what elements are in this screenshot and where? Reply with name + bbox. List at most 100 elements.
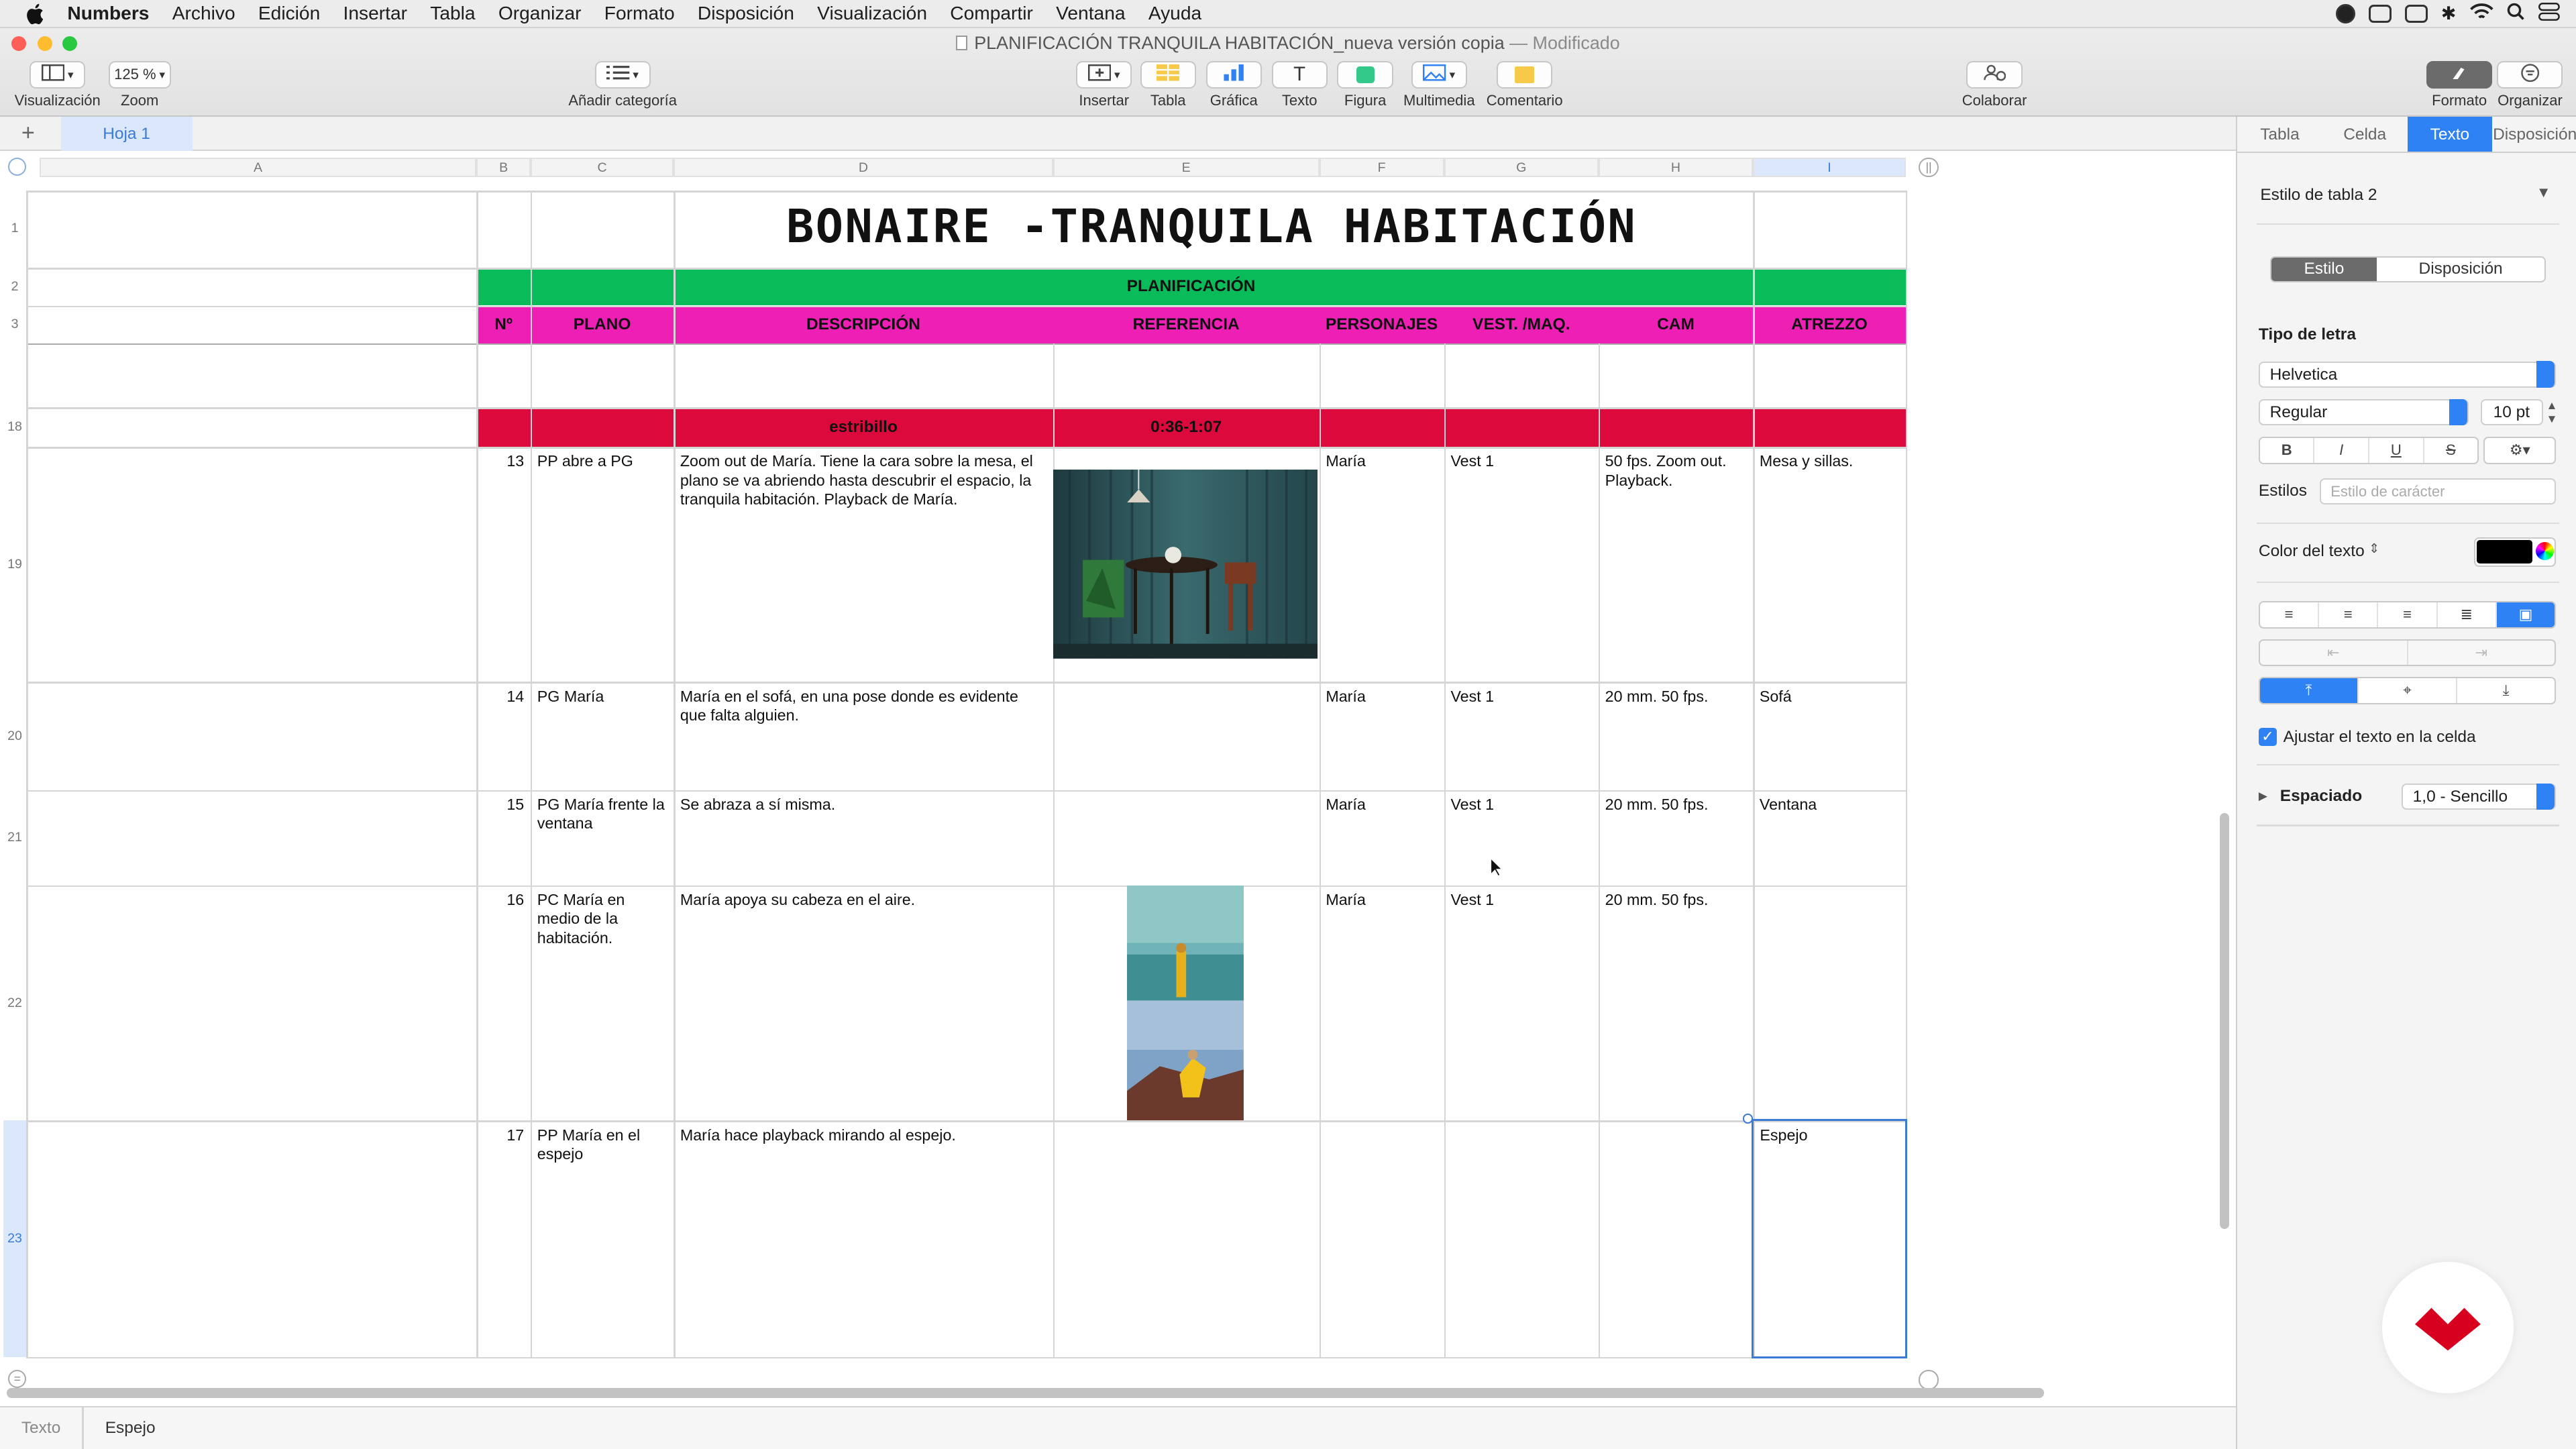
align-top-button[interactable]: ⤒ <box>2259 678 2359 703</box>
font-size-input[interactable]: 10 pt <box>2480 399 2543 426</box>
menu-formato[interactable]: Formato <box>604 3 675 24</box>
table-button[interactable] <box>1140 60 1196 89</box>
column-header-d[interactable]: D <box>674 158 1053 178</box>
cell-descripcion-15[interactable]: Se abraza a sí misma. <box>674 790 1053 819</box>
column-header-h[interactable]: H <box>1598 158 1754 178</box>
menu-organizar[interactable]: Organizar <box>498 3 582 24</box>
row-header-23[interactable]: 23 <box>3 1120 27 1357</box>
cell-atrezzo-15[interactable]: Ventana <box>1753 790 1906 819</box>
formula-preview[interactable]: Espejo <box>105 1419 156 1438</box>
record-icon[interactable] <box>2336 4 2356 24</box>
menu-archivo[interactable]: Archivo <box>172 3 235 24</box>
control-center-icon[interactable] <box>2538 2 2560 25</box>
insert-button[interactable]: ▾ <box>1076 60 1132 89</box>
cell-personajes-16[interactable]: María <box>1320 885 1444 914</box>
media-button[interactable]: ▾ <box>1411 60 1467 89</box>
horizontal-scroll-thumb[interactable] <box>6 1388 2044 1399</box>
tab-disposicion[interactable]: Disposición <box>2492 117 2576 152</box>
text-button[interactable]: T <box>1271 60 1328 89</box>
font-family-select[interactable]: Helvetica <box>2258 361 2557 388</box>
header-vest[interactable]: VEST. /MAQ. <box>1444 306 1599 343</box>
tab-tabla[interactable]: Tabla <box>2237 117 2322 152</box>
auto-align-button[interactable]: ▣ <box>2496 602 2555 628</box>
menu-tabla[interactable]: Tabla <box>430 3 475 24</box>
menu-disposicion[interactable]: Disposición <box>698 3 794 24</box>
color-wheel-icon[interactable] <box>2536 541 2555 560</box>
row-header-2[interactable]: 2 <box>3 268 26 305</box>
cell-personajes-17[interactable] <box>1320 1120 1444 1130</box>
header-cam[interactable]: CAM <box>1599 306 1753 343</box>
tab-texto[interactable]: Texto <box>2407 116 2493 152</box>
menu-ayuda[interactable]: Ayuda <box>1148 3 1201 24</box>
menu-compartir[interactable]: Compartir <box>950 3 1033 24</box>
align-left-button[interactable]: ≡ <box>2260 602 2320 628</box>
row-header-22[interactable]: 22 <box>3 885 26 1120</box>
column-header-a[interactable]: A <box>39 158 477 178</box>
select-all-table-handle[interactable] <box>8 158 27 176</box>
cell-descripcion-13[interactable]: Zoom out de María. Tiene la cara sobre l… <box>674 447 1053 513</box>
cell-cam-14[interactable]: 20 mm. 50 fps. <box>1599 682 1753 710</box>
organize-button[interactable] <box>2497 60 2563 89</box>
airplay-icon[interactable] <box>2369 5 2392 23</box>
add-column-handle[interactable]: || <box>1919 158 1939 178</box>
align-middle-button[interactable]: ⌖ <box>2359 678 2458 703</box>
row-header-19[interactable]: 19 <box>3 447 26 682</box>
column-header-b[interactable]: B <box>476 158 531 178</box>
cell-vest-14[interactable]: Vest 1 <box>1444 682 1599 710</box>
cell-n-16[interactable]: 16 <box>476 885 531 914</box>
cell-cam-13[interactable]: 50 fps. Zoom out. Playback. <box>1599 447 1753 494</box>
chevron-down-icon[interactable]: ▼ <box>2536 184 2551 201</box>
cell-atrezzo-16[interactable] <box>1753 885 1906 896</box>
column-header-f[interactable]: F <box>1319 158 1444 178</box>
chart-button[interactable] <box>1205 60 1262 89</box>
font-size-stepper[interactable]: ▲ ▼ <box>2546 398 2557 425</box>
wifi-icon[interactable] <box>2469 3 2494 25</box>
column-header-i[interactable]: I <box>1753 158 1906 178</box>
section-name[interactable]: estribillo <box>674 407 1053 447</box>
cell-plano-15[interactable]: PG María frente la ventana <box>531 790 674 838</box>
cell-n-14[interactable]: 14 <box>476 682 531 710</box>
header-n[interactable]: Nº <box>476 306 531 343</box>
cell-descripcion-17[interactable]: María hace playback mirando al espejo. <box>674 1120 1053 1149</box>
apple-icon[interactable] <box>25 3 44 25</box>
cell-descripcion-14[interactable]: María en el sofá, en una pose donde es e… <box>674 682 1053 729</box>
reference-image-sea[interactable] <box>1127 885 1244 1121</box>
header-plano[interactable]: PLANO <box>531 306 674 343</box>
cell-vest-16[interactable]: Vest 1 <box>1444 885 1599 914</box>
italic-button[interactable]: I <box>2314 438 2369 464</box>
add-category-button[interactable]: ▾ <box>594 60 651 89</box>
tab-celda[interactable]: Celda <box>2322 117 2408 152</box>
cell-plano-13[interactable]: PP abre a PG <box>531 447 674 476</box>
cell-plano-16[interactable]: PC María en medio de la habitación. <box>531 885 674 952</box>
planning-band[interactable]: PLANIFICACIÓN <box>476 268 1906 306</box>
cell-n-15[interactable]: 15 <box>476 790 531 819</box>
cell-cam-16[interactable]: 20 mm. 50 fps. <box>1599 885 1753 914</box>
cell-atrezzo-13[interactable]: Mesa y sillas. <box>1753 447 1906 476</box>
collaborate-button[interactable] <box>1966 60 2023 89</box>
font-weight-select[interactable]: Regular <box>2258 398 2469 426</box>
cell-descripcion-16[interactable]: María apoya su cabeza en el aire. <box>674 885 1053 914</box>
row-header-20[interactable]: 20 <box>3 682 26 790</box>
menu-ventana[interactable]: Ventana <box>1056 3 1125 24</box>
row-header-21[interactable]: 21 <box>3 790 26 885</box>
segment-disposicion[interactable]: Disposición <box>2376 258 2545 282</box>
table-style-name[interactable]: Estilo de tabla 2 <box>2260 186 2377 205</box>
sheet-title[interactable]: BONAIRE -TRANQUILA HABITACIÓN <box>672 189 1752 265</box>
cell-n-13[interactable]: 13 <box>476 447 531 476</box>
section-time[interactable]: 0:36-1:07 <box>1053 407 1320 447</box>
spacing-select[interactable]: 1,0 - Sencillo <box>2401 783 2557 810</box>
header-atrezzo[interactable]: ATREZZO <box>1753 306 1906 343</box>
row-header-18[interactable]: 18 <box>3 407 26 447</box>
text-color-well[interactable] <box>2473 537 2557 567</box>
cell-cam-17[interactable] <box>1599 1120 1753 1130</box>
underline-button[interactable]: U <box>2369 438 2424 464</box>
decrease-indent-button[interactable]: ⇤ <box>2260 640 2408 665</box>
text-options-button[interactable]: ⚙▾ <box>2483 437 2557 465</box>
reference-image-room[interactable] <box>1053 470 1318 659</box>
menu-edicion[interactable]: Edición <box>258 3 320 24</box>
cell-vest-17[interactable] <box>1444 1120 1599 1130</box>
add-sheet-button[interactable]: + <box>21 120 35 146</box>
cell-personajes-13[interactable]: María <box>1320 447 1444 476</box>
view-button[interactable]: ▾ <box>30 60 86 89</box>
bluetooth-icon[interactable]: ✱ <box>2441 3 2457 24</box>
